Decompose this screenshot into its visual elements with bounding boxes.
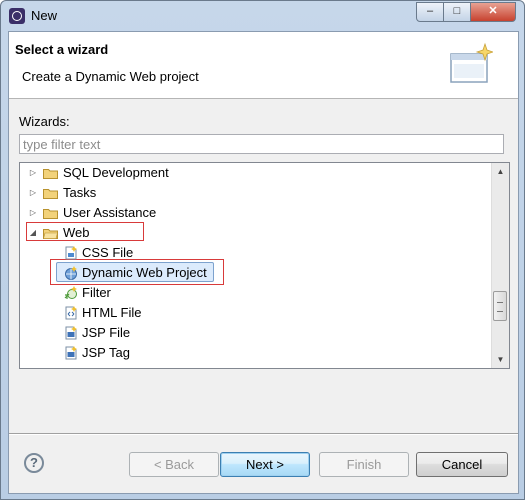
tree-item-label: HTML File — [82, 305, 142, 320]
button-bar-separator — [9, 433, 518, 435]
scroll-down-arrow-icon[interactable]: ▼ — [492, 351, 509, 368]
wizard-banner-icon — [450, 42, 493, 83]
tree-item-label: CSS File — [82, 245, 134, 260]
wizard-header: Select a wizard Create a Dynamic Web pro… — [9, 32, 518, 99]
tree-item-label: Filter — [82, 285, 111, 300]
tree-item-label: JSP Tag — [82, 345, 130, 360]
folder-icon — [43, 169, 58, 179]
wizard-window: New – □ ✕ Select a wizard Create a Dynam… — [0, 0, 525, 500]
tree-item-label: User Assistance — [63, 205, 157, 220]
css-file-icon — [65, 246, 77, 260]
minimize-button[interactable]: – — [416, 2, 444, 22]
back-button[interactable]: < Back — [129, 452, 219, 477]
filter-icon — [64, 286, 77, 299]
folder-icon — [43, 189, 58, 199]
tree-item-html-file[interactable]: HTML File — [20, 303, 490, 323]
tree-item-label: SQL Development — [63, 165, 169, 180]
tree-item-filter[interactable]: Filter — [20, 283, 490, 303]
html-file-icon — [65, 306, 77, 320]
tree-item-sql-development[interactable]: ▷ SQL Development — [20, 163, 490, 183]
help-icon[interactable]: ? — [24, 453, 44, 473]
wizards-label: Wizards: — [19, 114, 70, 129]
jsp-file-icon — [65, 326, 77, 340]
tree-item-label: Web — [63, 225, 90, 240]
next-button[interactable]: Next > — [220, 452, 310, 477]
open-folder-icon — [43, 229, 58, 239]
folder-icon — [43, 209, 58, 219]
cancel-button[interactable]: Cancel — [416, 452, 508, 477]
tree-item-jsp-tag[interactable]: JSP Tag — [20, 343, 490, 363]
header-title: Select a wizard — [15, 42, 109, 57]
window-title: New — [31, 8, 58, 23]
finish-button[interactable]: Finish — [319, 452, 409, 477]
scroll-up-arrow-icon[interactable]: ▲ — [492, 163, 509, 180]
tree-item-dynamic-web-project[interactable]: Dynamic Web Project — [20, 263, 490, 283]
expand-arrow-icon[interactable]: ▷ — [28, 183, 38, 203]
tree-item-web[interactable]: ◢ Web — [20, 223, 490, 243]
tree-item-tasks[interactable]: ▷ Tasks — [20, 183, 490, 203]
tree-item-jsp-file[interactable]: JSP File — [20, 323, 490, 343]
tree-item-css-file[interactable]: CSS File — [20, 243, 490, 263]
header-description: Create a Dynamic Web project — [22, 69, 199, 84]
expand-arrow-icon[interactable]: ▷ — [28, 163, 38, 183]
scroll-thumb[interactable] — [493, 291, 507, 321]
tree-item-label: Tasks — [63, 185, 97, 200]
tree-vertical-scrollbar[interactable]: ▲ ▼ — [491, 163, 509, 368]
tree-item-label: Dynamic Web Project — [82, 265, 207, 280]
maximize-button[interactable]: □ — [443, 2, 471, 22]
tree-item-label: JSP File — [82, 325, 131, 340]
dialog-body: Select a wizard Create a Dynamic Web pro… — [8, 31, 519, 494]
close-button[interactable]: ✕ — [470, 2, 516, 22]
wizard-tree[interactable]: ▷ SQL Development ▷ Tasks ▷ User Assista… — [19, 162, 510, 369]
expand-arrow-icon[interactable]: ▷ — [28, 203, 38, 223]
eclipse-app-icon — [9, 8, 25, 24]
collapse-arrow-icon[interactable]: ◢ — [28, 223, 38, 243]
tree-item-user-assistance[interactable]: ▷ User Assistance — [20, 203, 490, 223]
dynamic-web-project-icon — [65, 266, 77, 280]
title-bar[interactable]: New – □ ✕ — [1, 1, 524, 31]
filter-input[interactable] — [19, 134, 504, 154]
jsp-tag-icon — [65, 346, 77, 360]
